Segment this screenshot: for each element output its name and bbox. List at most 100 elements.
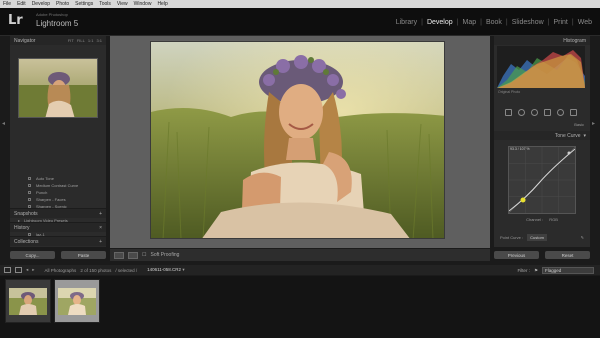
zoom-fit[interactable]: FIT xyxy=(68,38,74,43)
copy-button[interactable]: Copy... xyxy=(10,251,55,259)
app-name: Lightroom 5 xyxy=(36,19,79,28)
left-panel-buttons: Copy... Paste xyxy=(10,251,106,259)
channel-select[interactable]: RGB xyxy=(549,217,558,222)
before-after-icon[interactable] xyxy=(128,251,138,259)
adjustment-brush-icon[interactable] xyxy=(570,108,577,116)
flag-icon[interactable]: ⚑ xyxy=(534,268,538,274)
crop-tool-icon[interactable] xyxy=(505,108,512,116)
loupe-view-icon[interactable] xyxy=(114,251,124,259)
module-develop[interactable]: Develop xyxy=(425,19,455,26)
tone-curve-graph[interactable] xyxy=(508,146,576,214)
menu-window[interactable]: Window xyxy=(134,0,152,8)
module-slideshow[interactable]: Slideshow xyxy=(510,19,546,26)
tone-curve-line xyxy=(508,146,576,214)
preset-label: Auto Tone xyxy=(36,176,54,181)
preset-icon xyxy=(28,191,31,194)
loupe-icon[interactable] xyxy=(15,267,22,273)
navigator-preview[interactable] xyxy=(18,58,98,118)
histogram[interactable] xyxy=(497,46,585,88)
right-panel: Histogram Original Photo Basic Tone Curv… xyxy=(494,36,590,247)
app-subtitle: Adobe Photoshop xyxy=(36,12,68,17)
preset-item[interactable]: Medium Contrast Curve xyxy=(10,182,106,189)
soft-proofing-checkbox[interactable]: ☐ xyxy=(142,252,146,258)
menu-photo[interactable]: Photo xyxy=(56,0,69,8)
graduated-filter-icon[interactable] xyxy=(544,108,551,116)
radial-filter-icon[interactable] xyxy=(557,108,564,116)
tone-curve-header[interactable]: Tone Curve ▾ xyxy=(494,131,590,140)
previous-button[interactable]: Previous xyxy=(494,251,539,259)
lightroom-logo: Lr xyxy=(8,13,23,28)
channel-label: Channel : xyxy=(526,217,544,222)
preset-item[interactable]: Auto Tone xyxy=(10,175,106,182)
histogram-header[interactable]: Histogram xyxy=(494,36,590,45)
zoom-3-1[interactable]: 3:1 xyxy=(96,38,102,43)
snapshots-header[interactable]: Snapshots + xyxy=(10,208,106,218)
chevron-down-icon: ▾ xyxy=(583,132,586,139)
tone-curve-title: Tone Curve xyxy=(554,132,581,139)
right-panel-buttons: Previous Reset xyxy=(494,251,590,259)
thumbnail-image xyxy=(58,288,96,315)
history-title: History xyxy=(14,224,30,231)
menu-edit[interactable]: Edit xyxy=(17,0,26,8)
menu-settings[interactable]: Settings xyxy=(75,0,93,8)
point-curve-label: Point Curve : xyxy=(500,235,524,240)
filter-area: Filter : ⚑ Flagged xyxy=(517,267,594,274)
menu-view[interactable]: View xyxy=(117,0,128,8)
soft-proofing-label: Soft Proofing xyxy=(150,252,180,258)
basic-section-header[interactable]: Basic xyxy=(494,122,590,130)
paste-button[interactable]: Paste xyxy=(61,251,106,259)
module-picker: Library | Develop | Map | Book | Slideshow | … xyxy=(394,19,594,26)
histogram-info: Original Photo xyxy=(498,90,521,94)
menu-tools[interactable]: Tools xyxy=(99,0,111,8)
point-curve-select[interactable]: Custom xyxy=(527,234,547,241)
curve-point[interactable] xyxy=(520,197,526,203)
spot-removal-icon[interactable] xyxy=(518,108,525,116)
filmstrip-thumbnail[interactable] xyxy=(5,279,51,323)
main-photo[interactable] xyxy=(150,41,445,239)
left-panel: Navigator FIT FILL 1:1 3:1 Auto Tone Med… xyxy=(10,36,106,247)
close-icon[interactable]: × xyxy=(99,225,102,231)
collections-title: Collections xyxy=(14,238,39,245)
filter-label: Filter : xyxy=(517,268,530,273)
histogram-graph xyxy=(497,50,585,88)
red-eye-icon[interactable] xyxy=(531,108,538,116)
menu-help[interactable]: Help xyxy=(157,0,167,8)
preset-item[interactable]: Punch xyxy=(10,189,106,196)
module-print[interactable]: Print xyxy=(551,19,569,26)
curve-readout: 93.3 / 107 % xyxy=(510,147,530,151)
back-arrow-icon[interactable]: ◂ xyxy=(26,267,28,273)
module-web[interactable]: Web xyxy=(576,19,594,26)
zoom-1-1[interactable]: 1:1 xyxy=(88,38,94,43)
navigator-header[interactable]: Navigator FIT FILL 1:1 3:1 xyxy=(10,36,106,45)
reset-button[interactable]: Reset xyxy=(545,251,590,259)
curve-point[interactable] xyxy=(567,151,571,155)
develop-toolbar: ☐ Soft Proofing xyxy=(110,249,490,261)
source-label[interactable]: All Photographs xyxy=(45,268,77,273)
channel-row: Channel : RGB xyxy=(494,217,590,222)
menu-develop[interactable]: Develop xyxy=(32,0,50,8)
filmstrip-thumbnail-selected[interactable] xyxy=(54,279,100,323)
right-panel-toggle-icon[interactable]: ▸ xyxy=(592,120,596,130)
module-book[interactable]: Book xyxy=(484,19,504,26)
histogram-title: Histogram xyxy=(563,37,586,44)
preset-item[interactable]: Sharpen - Faces xyxy=(10,196,106,203)
module-library[interactable]: Library xyxy=(394,19,419,26)
grid-view-icon[interactable] xyxy=(4,267,11,273)
point-curve-row: Point Curve : Custom ✎ xyxy=(494,234,590,241)
filter-select[interactable]: Flagged xyxy=(542,267,594,274)
zoom-fill[interactable]: FILL xyxy=(77,38,85,43)
menu-file[interactable]: File xyxy=(3,0,11,8)
preset-icon xyxy=(28,177,31,180)
forward-arrow-icon[interactable]: ▸ xyxy=(32,267,34,273)
navigator-preview-image xyxy=(19,59,97,117)
edit-point-curve-icon[interactable]: ✎ xyxy=(581,235,584,240)
preset-label: Sharpen - Faces xyxy=(36,197,66,202)
add-icon[interactable]: + xyxy=(99,239,102,245)
left-panel-toggle-icon[interactable]: ◂ xyxy=(2,120,6,130)
module-map[interactable]: Map xyxy=(460,19,478,26)
history-header[interactable]: History × xyxy=(10,222,106,232)
collections-header[interactable]: Collections + xyxy=(10,236,106,246)
add-icon[interactable]: + xyxy=(99,211,102,217)
filename-text: 140611-058.CR2 xyxy=(147,267,182,272)
navigator-title: Navigator xyxy=(14,37,36,44)
